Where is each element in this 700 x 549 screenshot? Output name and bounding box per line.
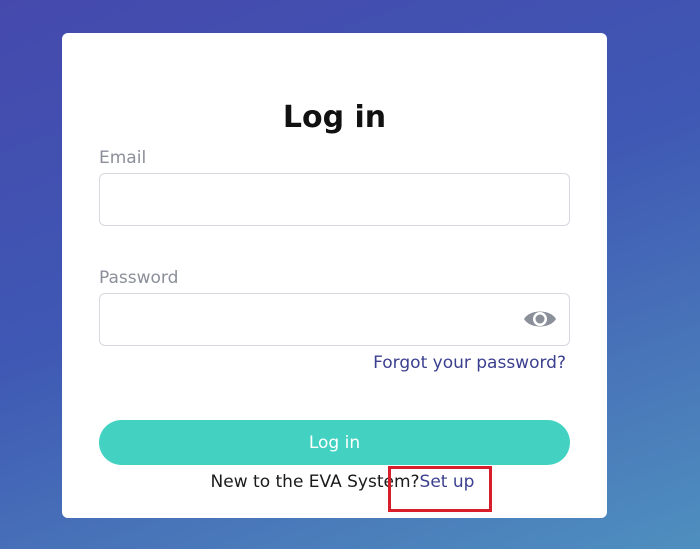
login-card: Log in Email Password Forgot your passwo… [62,33,607,518]
forgot-password-link[interactable]: Forgot your password? [373,355,566,372]
setup-link[interactable]: Set up [420,472,475,492]
email-field[interactable] [99,173,570,226]
page-title: Log in [282,100,387,135]
signup-row: New to the EVA System?Set up [62,474,607,491]
email-label: Email [99,148,147,168]
login-button[interactable]: Log in [99,420,570,465]
signup-prompt: New to the EVA System? [210,472,420,492]
eye-icon[interactable] [523,307,557,331]
eye-icon-graphic [524,311,556,327]
password-label: Password [99,268,179,288]
password-field[interactable] [99,293,570,346]
